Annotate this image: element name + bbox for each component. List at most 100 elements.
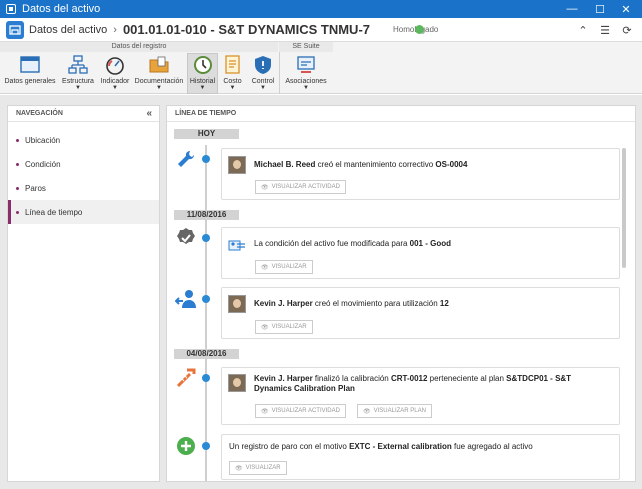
general-data-label: Datos generales <box>4 78 56 85</box>
eye-icon: 👁 <box>261 264 269 271</box>
documentation-label: Documentación <box>134 78 184 85</box>
associations-label: Asociaciones <box>285 78 327 85</box>
asset-icon <box>6 20 24 39</box>
record-title: 001.01.01-010 - S&T DYNAMICS TNMU-7 <box>122 22 371 37</box>
maximize-icon[interactable]: ☐ <box>588 0 612 18</box>
bullet-icon <box>16 162 19 166</box>
nav-item-timeline[interactable]: Línea de tiempo <box>8 200 159 224</box>
window-title: Datos del activo <box>22 3 101 15</box>
date-label: HOY <box>174 129 239 139</box>
avatar <box>228 374 246 392</box>
structure-icon <box>68 55 88 74</box>
nav-item-stops[interactable]: Paros <box>8 176 159 200</box>
gauge-icon <box>106 57 124 75</box>
timeline-entry: Kevin J. Harper finalizó la calibración … <box>221 367 620 425</box>
chevron-down-icon: ▼ <box>260 85 266 91</box>
bullet-icon <box>16 210 19 214</box>
nav-item-label: Línea de tiempo <box>25 207 83 217</box>
refresh-icon[interactable]: ⟳ <box>616 24 638 37</box>
nav-item-label: Ubicación <box>25 135 61 145</box>
entry-text: Kevin J. Harper creó el movimiento para … <box>254 299 449 308</box>
nav-item-condition[interactable]: Condición <box>8 152 159 176</box>
history-label: Historial <box>189 78 216 85</box>
timeline-dot <box>202 155 210 163</box>
entry-text-continued: Dynamics Calibration Plan <box>254 384 355 393</box>
chevron-down-icon: ▼ <box>229 85 236 91</box>
minimize-icon[interactable]: — <box>560 0 584 18</box>
timeline-title: LÍNEA DE TIEMPO <box>167 106 635 122</box>
wrench-icon <box>178 150 195 167</box>
indicator-button[interactable]: Indicador ▼ <box>98 54 132 94</box>
ribbon-toolbar: Datos del registro SE Suite Datos genera… <box>0 42 642 94</box>
eye-icon: 👁 <box>261 324 269 331</box>
cost-button[interactable]: Costo ▼ <box>219 54 246 94</box>
eye-icon: 👁 <box>261 184 269 191</box>
avatar <box>228 156 246 174</box>
structure-button[interactable]: Estructura ▼ <box>58 54 98 94</box>
view-button[interactable]: 👁 VISUALIZAR <box>255 260 313 274</box>
entry-text: Kevin J. Harper finalizó la calibración … <box>254 374 572 383</box>
date-label: 04/08/2016 <box>174 349 239 359</box>
user-move-icon <box>175 290 196 308</box>
calibration-icon <box>176 368 196 388</box>
group-label-record-data: Datos del registro <box>0 42 278 52</box>
chevron-down-icon: ▼ <box>75 85 81 91</box>
scrollbar[interactable] <box>622 148 626 268</box>
collapse-up-icon[interactable]: ⌃ <box>572 24 594 37</box>
record-header: Datos del activo › 001.01.01-010 - S&T D… <box>0 18 642 42</box>
timeline-entry: Kevin J. Harper creó el movimiento para … <box>221 287 620 339</box>
app-icon <box>6 4 16 14</box>
group-label-se-suite: SE Suite <box>279 42 333 52</box>
view-button[interactable]: 👁 VISUALIZAR <box>229 461 287 475</box>
list-icon[interactable]: ☰ <box>594 24 616 37</box>
timeline-entry: Michael B. Reed creó el mantenimiento co… <box>221 148 620 200</box>
nav-item-label: Paros <box>25 183 46 193</box>
folder-icon <box>149 56 169 73</box>
chevron-down-icon: ▼ <box>303 85 309 91</box>
general-data-button[interactable]: Datos generales <box>4 54 56 94</box>
status-badge: Homologado <box>380 25 438 34</box>
nav-item-location[interactable]: Ubicación <box>8 128 159 152</box>
cost-label: Costo <box>223 78 242 85</box>
timeline-entry: Un registro de paro con el motivo EXTC -… <box>221 434 620 480</box>
timeline-dot <box>202 295 210 303</box>
indicator-label: Indicador <box>100 78 130 85</box>
chevron-down-icon: ▼ <box>199 85 206 91</box>
entry-text: Un registro de paro con el motivo EXTC -… <box>229 442 533 451</box>
bullet-icon <box>16 186 19 190</box>
associations-icon <box>297 56 315 73</box>
avatar <box>228 295 246 313</box>
view-plan-button[interactable]: 👁 VISUALIZAR PLAN <box>357 404 432 418</box>
timeline-body: HOY Michael B. Reed creó el mantenimient… <box>167 123 635 481</box>
collapse-panel-icon[interactable]: « <box>146 106 152 122</box>
navigation-title-text: NAVEGACIÓN <box>16 110 63 117</box>
documentation-button[interactable]: Documentación ▼ <box>134 54 184 94</box>
timeline-panel: LÍNEA DE TIEMPO HOY Michael B. Reed creó… <box>166 105 636 482</box>
associations-button[interactable]: Asociaciones ▼ <box>283 54 329 94</box>
condition-card-icon <box>228 240 245 251</box>
timeline-dot <box>202 374 210 382</box>
eye-icon: 👁 <box>363 408 371 415</box>
close-icon[interactable]: ✕ <box>614 0 638 18</box>
clock-icon <box>193 56 212 74</box>
timeline-entry: La condición del activo fue modificada p… <box>221 227 620 279</box>
entry-text: Michael B. Reed creó el mantenimiento co… <box>254 160 468 169</box>
view-button[interactable]: 👁 VISUALIZAR <box>255 320 313 334</box>
entry-text: La condición del activo fue modificada p… <box>254 239 451 248</box>
invoice-icon <box>224 55 240 74</box>
navigation-title: NAVEGACIÓN « <box>8 106 159 122</box>
history-button[interactable]: Historial ▼ <box>187 53 218 94</box>
timeline-axis <box>205 145 207 481</box>
shield-icon <box>255 56 271 74</box>
chevron-down-icon: ▼ <box>112 85 118 91</box>
breadcrumb-module[interactable]: Datos del activo <box>29 24 107 36</box>
window-titlebar: Datos del activo — ☐ ✕ <box>0 0 642 18</box>
view-activity-button[interactable]: 👁 VISUALIZAR ACTIVIDAD <box>255 180 346 194</box>
ribbon-divider <box>279 52 280 94</box>
window-icon <box>20 56 40 73</box>
control-button[interactable]: Control ▼ <box>248 54 278 94</box>
view-activity-button[interactable]: 👁 VISUALIZAR ACTIVIDAD <box>255 404 346 418</box>
timeline-dot <box>202 442 210 450</box>
navigation-panel: NAVEGACIÓN « Ubicación Condición Paros L… <box>7 105 160 482</box>
date-label: 11/08/2016 <box>174 210 239 220</box>
